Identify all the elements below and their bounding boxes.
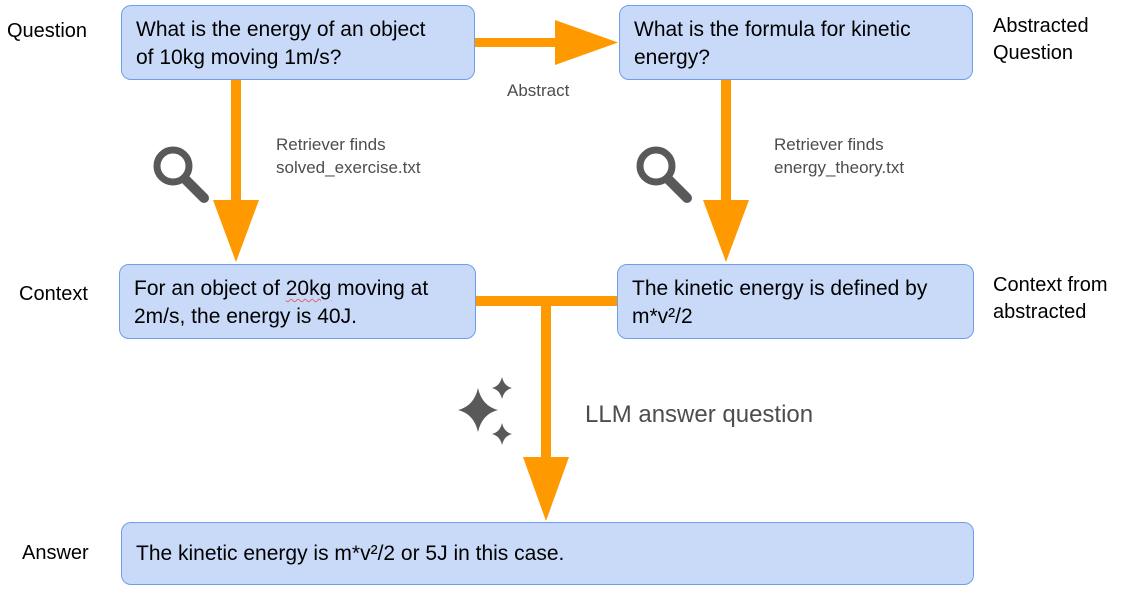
abstracted-question-label: Abstracted Question [993, 13, 1089, 67]
question-text-line2: of 10kg moving 1m/s? [136, 46, 342, 69]
llm-answer-label: LLM answer question [585, 401, 814, 428]
answer-text: The kinetic energy is m*v²/2 or 5J in th… [136, 542, 565, 565]
context-text-line1: For an object of 20kg moving at [134, 275, 461, 303]
context-text-line1-start: For an object of [134, 277, 286, 300]
context-label: Context [19, 283, 88, 305]
abstracted-question-label-line1: Abstracted [993, 15, 1089, 37]
context-abstracted-box: The kinetic energy is defined by m*v²/2 [617, 264, 974, 339]
retriever-right-note: Retriever finds energy_theory.txt [774, 133, 904, 179]
question-label: Question [7, 20, 88, 42]
context-box: For an object of 20kg moving at 2m/s, th… [119, 264, 476, 339]
retriever-right-note-line2: energy_theory.txt [774, 158, 905, 177]
abstracted-question-text-line2: energy? [634, 46, 710, 69]
retriever-right-note-line1: Retriever finds [774, 135, 884, 154]
context-text-line1-end: moving at [331, 277, 429, 300]
sparkle-icon [458, 377, 512, 445]
abstracted-question-text-line1: What is the formula for kinetic [634, 18, 911, 41]
retriever-left-note-line1: Retriever finds [276, 135, 386, 154]
magnifier-icon [153, 146, 209, 203]
context-from-abstracted-label-line2: abstracted [993, 301, 1087, 323]
retrieve-right-arrow [703, 80, 749, 262]
context-text-spellcheck-mark: 20kg [285, 277, 332, 300]
question-text-line1: What is the energy of an object [136, 18, 426, 41]
context-from-abstracted-label-line1: Context from [993, 274, 1108, 296]
magnifier-icon [636, 146, 692, 203]
retriever-left-note-line2: solved_exercise.txt [276, 158, 421, 177]
retriever-left-note: Retriever finds solved_exercise.txt [276, 133, 421, 179]
answer-label: Answer [22, 542, 89, 564]
retrieve-left-arrow [213, 80, 259, 262]
abstracted-question-label-line2: Question [993, 42, 1074, 64]
context-from-abstracted-label: Context from abstracted [993, 272, 1107, 326]
question-box: What is the energy of an object of 10kg … [121, 5, 475, 80]
context-text-line2: 2m/s, the energy is 40J. [134, 305, 357, 328]
context-abstracted-text-line2: m*v²/2 [632, 305, 693, 328]
abstracted-question-box: What is the formula for kinetic energy? [619, 5, 973, 80]
abstract-arrow-label: Abstract [507, 81, 570, 100]
abstract-arrow [475, 20, 618, 65]
answer-box: The kinetic energy is m*v²/2 or 5J in th… [121, 522, 974, 585]
context-abstracted-text-line1: The kinetic energy is defined by [632, 277, 928, 300]
